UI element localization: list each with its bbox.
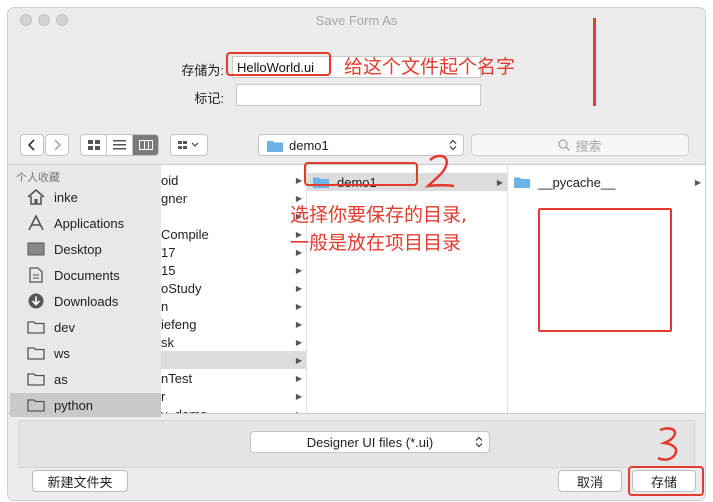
downloads-icon	[26, 293, 46, 309]
chevron-right-icon: ▶	[296, 410, 302, 414]
annotation-dir-hint-1: 选择你要保存的目录,	[290, 204, 468, 226]
list-item[interactable]: Compile ▶	[161, 225, 306, 243]
sidebar-item-inke[interactable]: inke	[10, 185, 161, 209]
list-item[interactable]: nTest ▶	[161, 369, 306, 387]
save-as-label: 存储为:	[181, 63, 224, 78]
sidebar-item-dev[interactable]: dev	[10, 315, 161, 339]
list-item[interactable]: y_demo▶	[161, 405, 306, 414]
list-item-pycache[interactable]: __pycache__ ▶	[508, 173, 705, 191]
list-item[interactable]: gner ▶	[161, 189, 306, 207]
annotation-dir-hint-2: 一般是放在项目目录	[290, 232, 462, 254]
list-item[interactable]: sk ▶	[161, 333, 306, 351]
chevron-right-icon: ▶	[295, 265, 302, 275]
chevron-right-icon: ▶	[295, 337, 302, 347]
grid-view-icon	[87, 140, 100, 150]
list-item[interactable]: 15 ▶	[161, 261, 306, 279]
tags-input[interactable]	[236, 84, 481, 106]
title-bar: Save Form As	[8, 8, 705, 32]
annotation-name-hint: 给这个文件起个名字	[344, 56, 516, 78]
column-python: oid ▶ gner ▶ ▶ Compile ▶ 17 ▶ 15 ▶ oStudy ▶ n ▶…	[161, 165, 307, 413]
folder-icon	[26, 345, 46, 361]
folder-icon	[26, 371, 46, 387]
annotation-box-filename	[226, 52, 331, 76]
documents-icon	[26, 267, 46, 283]
annotation-number-two	[424, 154, 455, 188]
list-item[interactable]: n ▶	[161, 297, 306, 315]
sidebar-header: 个人收藏	[16, 172, 60, 184]
new-folder-button[interactable]: 新建文件夹	[32, 470, 128, 492]
list-item[interactable]: oid ▶	[161, 171, 306, 189]
sidebar-item-downloads[interactable]: Downloads	[10, 289, 161, 313]
applications-icon	[26, 215, 46, 231]
sidebar-item-documents[interactable]: Documents	[10, 263, 161, 287]
view-icons-button[interactable]	[80, 134, 107, 156]
file-format-popup[interactable]: Designer UI files (*.ui)	[250, 431, 490, 453]
sidebar-item-desktop[interactable]: Desktop	[10, 237, 161, 261]
search-placeholder: 搜索	[575, 138, 602, 154]
back-button[interactable]	[20, 134, 44, 156]
chevron-right-icon: ▶	[295, 373, 302, 383]
annotation-number-three	[657, 427, 678, 461]
folder-icon	[267, 140, 283, 152]
annotation-box-save	[628, 466, 704, 496]
view-columns-button[interactable]	[132, 134, 159, 156]
search-icon	[558, 139, 571, 151]
updown-chevron-icon	[449, 139, 457, 151]
sidebar-item-as[interactable]: as	[10, 367, 161, 391]
home-icon	[26, 189, 46, 205]
cancel-button[interactable]: 取消	[558, 470, 622, 492]
sidebar-item-python[interactable]: python	[10, 393, 161, 417]
folder-icon	[26, 397, 46, 413]
chevron-right-icon: ▶	[295, 283, 302, 293]
forward-button[interactable]	[45, 134, 69, 156]
list-view-icon	[113, 140, 126, 150]
chevron-right-icon: ▶	[295, 301, 302, 311]
sidebar-item-applications[interactable]: Applications	[10, 211, 161, 235]
chevron-right-icon: ▶	[295, 355, 302, 365]
chevron-left-icon	[28, 139, 35, 151]
annotation-line	[593, 18, 596, 106]
updown-chevron-icon	[475, 436, 483, 448]
chevron-right-icon	[54, 139, 61, 151]
chevron-right-icon: ▶	[295, 319, 302, 329]
chevron-right-icon: ▶	[295, 175, 302, 185]
list-item[interactable]: oStudy ▶	[161, 279, 306, 297]
format-bar: Designer UI files (*.ui)	[18, 420, 695, 468]
list-item[interactable]: iefeng ▶	[161, 315, 306, 333]
annotation-box-target	[538, 208, 672, 332]
arrange-button[interactable]	[170, 134, 208, 156]
annotation-box-demo1	[304, 162, 418, 186]
sidebar-item-ws[interactable]: ws	[10, 341, 161, 365]
list-item[interactable]: r ▶	[161, 387, 306, 405]
view-list-button[interactable]	[106, 134, 133, 156]
list-item-selected[interactable]: ▶	[161, 351, 306, 369]
chevron-right-icon: ▶	[496, 177, 503, 187]
chevron-right-icon: ▶	[295, 391, 302, 401]
arrange-icon	[178, 141, 199, 149]
path-label: demo1	[289, 137, 329, 153]
chevron-right-icon: ▶	[694, 177, 701, 187]
tags-label: 标记:	[194, 91, 224, 106]
desktop-icon	[26, 241, 46, 257]
columns-view-icon	[138, 140, 153, 150]
list-item[interactable]: ▶	[161, 207, 306, 225]
sidebar: 个人收藏 inke Applications Desktop Documents…	[8, 165, 161, 417]
list-item[interactable]: 17 ▶	[161, 243, 306, 261]
folder-icon	[514, 177, 530, 188]
folder-icon	[26, 319, 46, 335]
search-field[interactable]: 搜索	[471, 134, 689, 156]
window-title: Save Form As	[315, 13, 398, 28]
